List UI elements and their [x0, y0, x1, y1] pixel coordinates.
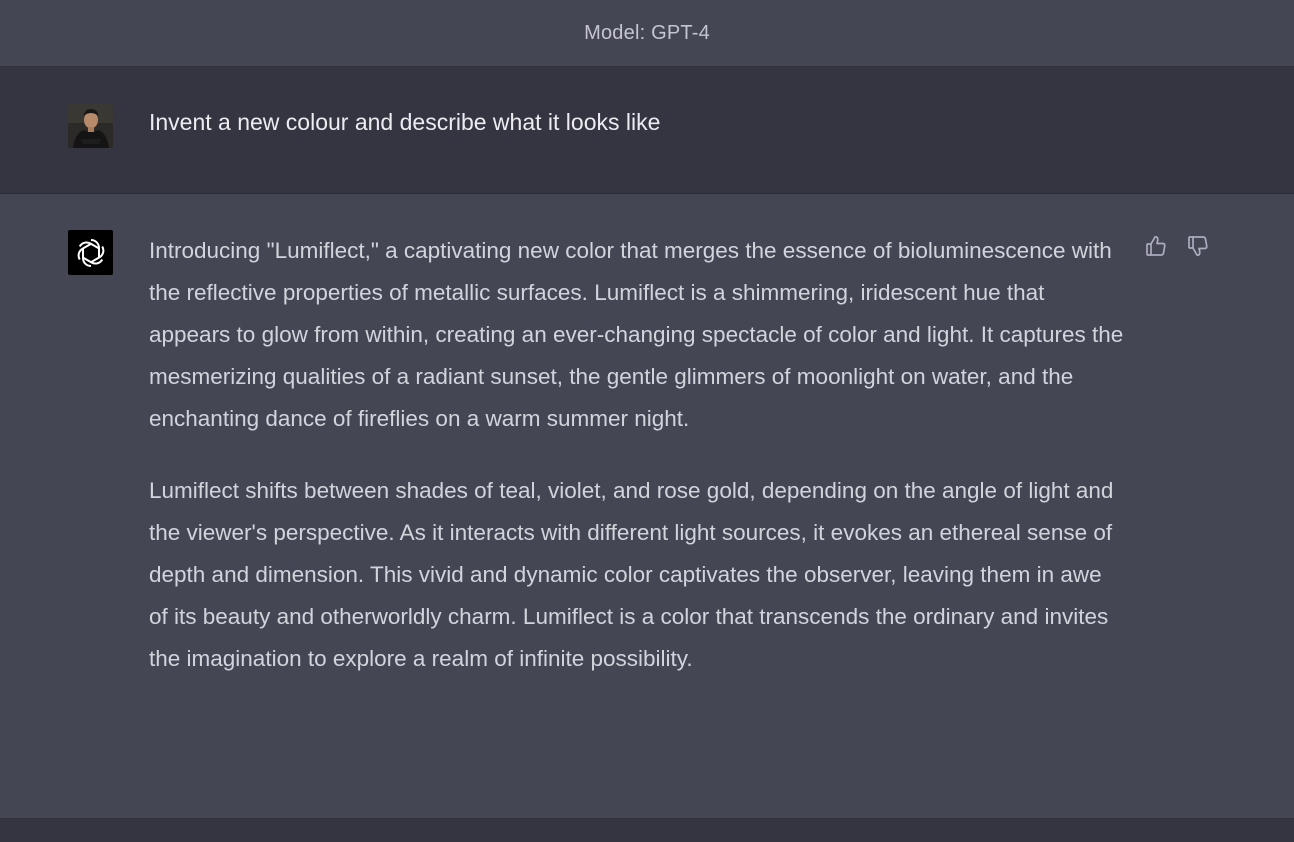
- model-header: Model: GPT-4: [0, 0, 1294, 67]
- answer-paragraph: Introducing "Lumiflect," a captivating n…: [149, 238, 1124, 431]
- user-avatar: [68, 103, 113, 148]
- openai-logo-icon: [77, 238, 104, 267]
- assistant-message-text: Introducing "Lumiflect," a captivating n…: [149, 230, 1124, 710]
- bottom-strip: [0, 819, 1294, 842]
- answer-paragraph: Lumiflect shifts between shades of teal,…: [149, 478, 1114, 671]
- user-message-text: Invent a new colour and describe what it…: [149, 109, 661, 135]
- user-photo-avatar-icon: [68, 103, 113, 148]
- user-message-row: Invent a new colour and describe what it…: [0, 67, 1294, 194]
- assistant-avatar: [68, 230, 113, 275]
- model-label: Model: GPT-4: [584, 21, 710, 44]
- thumbs-down-icon: [1188, 236, 1208, 256]
- assistant-message-row: Introducing "Lumiflect," a captivating n…: [0, 194, 1294, 819]
- thumbs-down-button[interactable]: [1186, 234, 1210, 258]
- thumbs-up-button[interactable]: [1144, 234, 1168, 258]
- feedback-controls: [1144, 234, 1210, 258]
- thumbs-up-icon: [1146, 236, 1166, 256]
